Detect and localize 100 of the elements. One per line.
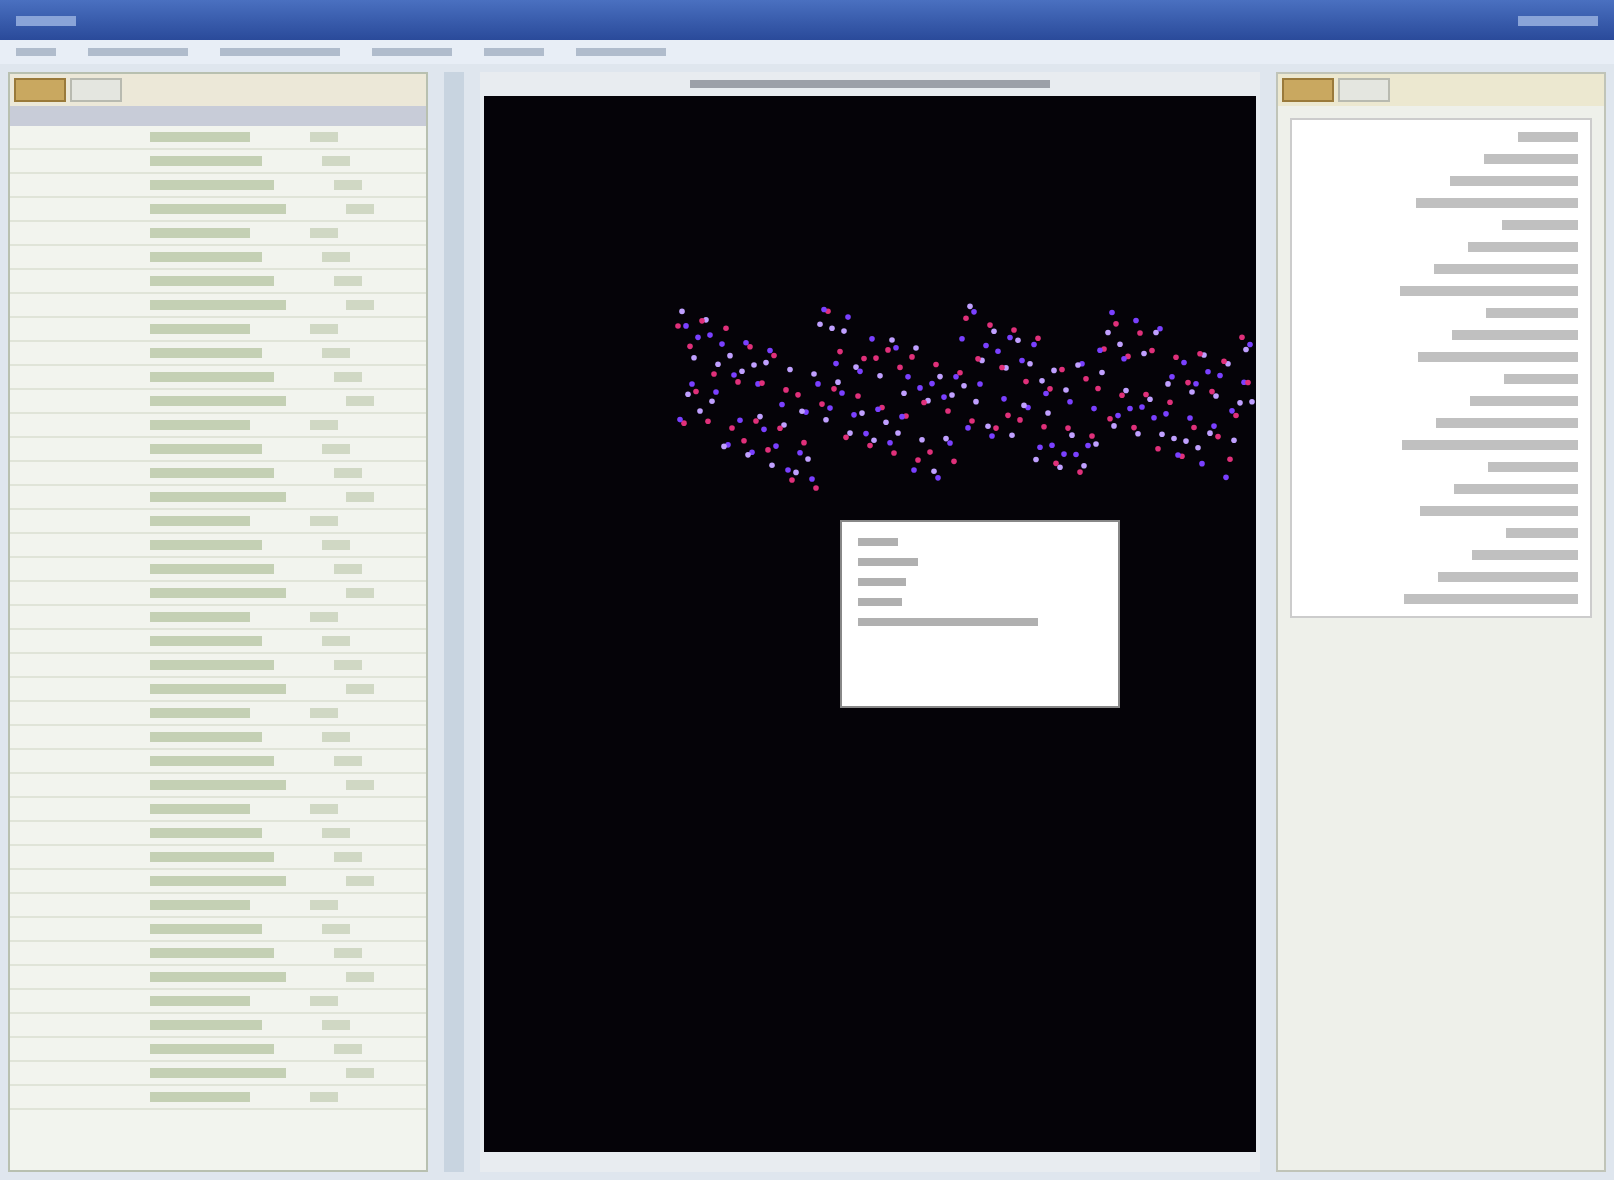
illegible-text [334, 852, 362, 862]
illegible-text [1502, 220, 1578, 230]
illegible-text [150, 708, 250, 718]
illegible-text [334, 180, 362, 190]
illegible-text [484, 48, 544, 56]
illegible-text [310, 900, 338, 910]
illegible-text [310, 612, 338, 622]
illegible-text [150, 900, 250, 910]
illegible-text [150, 732, 262, 742]
illegible-text [150, 396, 286, 406]
illegible-text [334, 372, 362, 382]
illegible-text [322, 636, 350, 646]
illegible-text [150, 828, 262, 838]
illegible-text [1504, 374, 1578, 384]
illegible-text [858, 598, 902, 606]
illegible-text [150, 972, 286, 982]
illegible-text [322, 252, 350, 262]
illegible-text [150, 492, 286, 502]
illegible-text [150, 132, 250, 142]
illegible-text [150, 1020, 262, 1030]
illegible-text [346, 204, 374, 214]
illegible-text [150, 348, 262, 358]
illegible-text [334, 468, 362, 478]
illegible-text [88, 48, 188, 56]
illegible-text [1518, 132, 1578, 142]
illegible-text [150, 444, 262, 454]
illegible-text [150, 612, 250, 622]
illegible-text [310, 324, 338, 334]
illegible-text [322, 828, 350, 838]
illegible-text [322, 732, 350, 742]
illegible-text [150, 948, 274, 958]
illegible-text [150, 804, 250, 814]
illegible-text [150, 756, 274, 766]
illegible-text [334, 276, 362, 286]
illegible-text [16, 15, 76, 25]
illegible-text [322, 540, 350, 550]
illegible-text [1506, 528, 1578, 538]
illegible-text [16, 48, 56, 56]
illegible-text [322, 156, 350, 166]
illegible-text [334, 756, 362, 766]
panel-tab[interactable] [14, 78, 66, 102]
illegible-text [334, 948, 362, 958]
illegible-text [150, 468, 274, 478]
illegible-text [310, 516, 338, 526]
illegible-text [322, 348, 350, 358]
illegible-text [346, 684, 374, 694]
illegible-text [150, 852, 274, 862]
panel-tab[interactable] [70, 78, 122, 102]
illegible-text [346, 780, 374, 790]
illegible-text [150, 324, 250, 334]
illegible-text [1472, 550, 1578, 560]
illegible-text [150, 420, 250, 430]
illegible-text [334, 660, 362, 670]
illegible-text [310, 420, 338, 430]
illegible-text [150, 516, 250, 526]
illegible-text [150, 228, 250, 238]
illegible-text [310, 708, 338, 718]
illegible-text [150, 996, 250, 1006]
illegible-text [322, 444, 350, 454]
illegible-text [322, 1020, 350, 1030]
illegible-text [150, 156, 262, 166]
illegible-text [334, 1044, 362, 1054]
illegible-text [150, 252, 262, 262]
illegible-text [150, 564, 274, 574]
illegible-text [1450, 176, 1578, 186]
illegible-text [346, 396, 374, 406]
illegible-text [346, 492, 374, 502]
illegible-text [858, 558, 918, 566]
illegible-text [310, 228, 338, 238]
illegible-text [150, 660, 274, 670]
illegible-text [372, 48, 452, 56]
panel-tab[interactable] [1282, 78, 1334, 102]
illegible-text [346, 972, 374, 982]
illegible-text [150, 780, 286, 790]
illegible-text [346, 588, 374, 598]
illegible-text [150, 1044, 274, 1054]
illegible-text [1452, 330, 1578, 340]
illegible-text [1470, 396, 1578, 406]
panel-tab[interactable] [1338, 78, 1390, 102]
illegible-text [150, 924, 262, 934]
illegible-text [346, 1068, 374, 1078]
illegible-text [150, 540, 262, 550]
illegible-text [310, 132, 338, 142]
illegible-text [334, 564, 362, 574]
illegible-text [150, 588, 286, 598]
illegible-text [1518, 15, 1598, 25]
illegible-text [576, 48, 666, 56]
illegible-text [150, 684, 286, 694]
illegible-text [1436, 418, 1578, 428]
illegible-text [220, 48, 340, 56]
illegible-text [150, 276, 274, 286]
illegible-text [1488, 462, 1578, 472]
illegible-text [150, 876, 286, 886]
illegible-text [346, 300, 374, 310]
illegible-text [1484, 154, 1578, 164]
illegible-text [1486, 308, 1578, 318]
illegible-text [310, 1092, 338, 1102]
illegible-text [1468, 242, 1578, 252]
illegible-text [150, 300, 286, 310]
illegible-text [310, 804, 338, 814]
